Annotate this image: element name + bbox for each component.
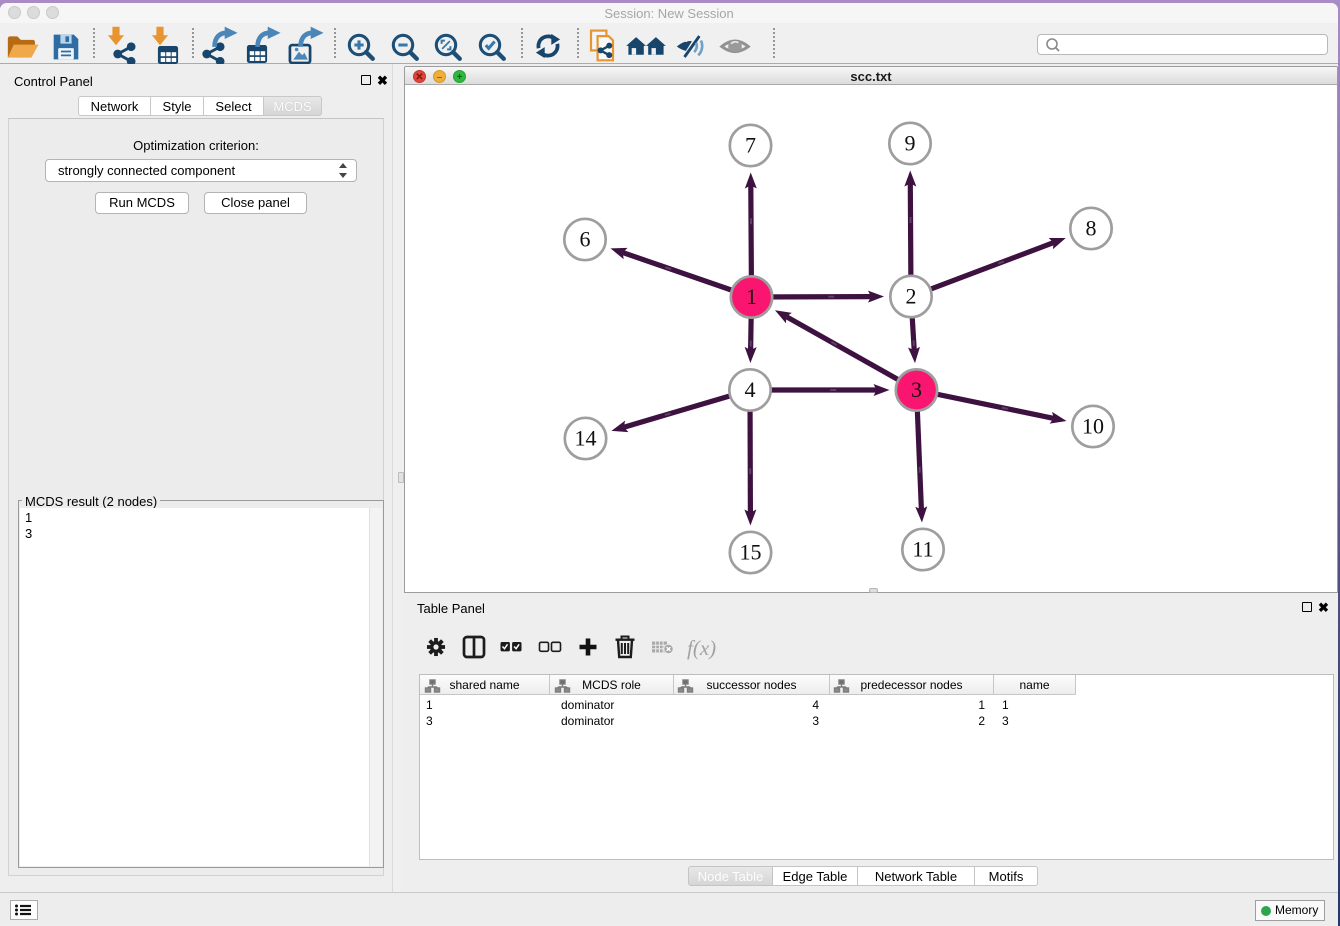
svg-text:10: 10	[1082, 414, 1104, 439]
svg-text:8: 8	[1086, 216, 1097, 241]
svg-text:4: 4	[745, 377, 756, 402]
svg-text:f(x): f(x)	[687, 636, 716, 660]
svg-text:2: 2	[906, 284, 917, 309]
svg-text:7: 7	[745, 133, 756, 158]
svg-text:14: 14	[575, 426, 597, 451]
svg-text:3: 3	[911, 377, 922, 402]
svg-text:1: 1	[746, 284, 757, 309]
svg-text:11: 11	[912, 537, 933, 562]
svg-text:9: 9	[905, 131, 916, 156]
svg-text:6: 6	[580, 227, 591, 252]
svg-text:15: 15	[740, 540, 762, 565]
